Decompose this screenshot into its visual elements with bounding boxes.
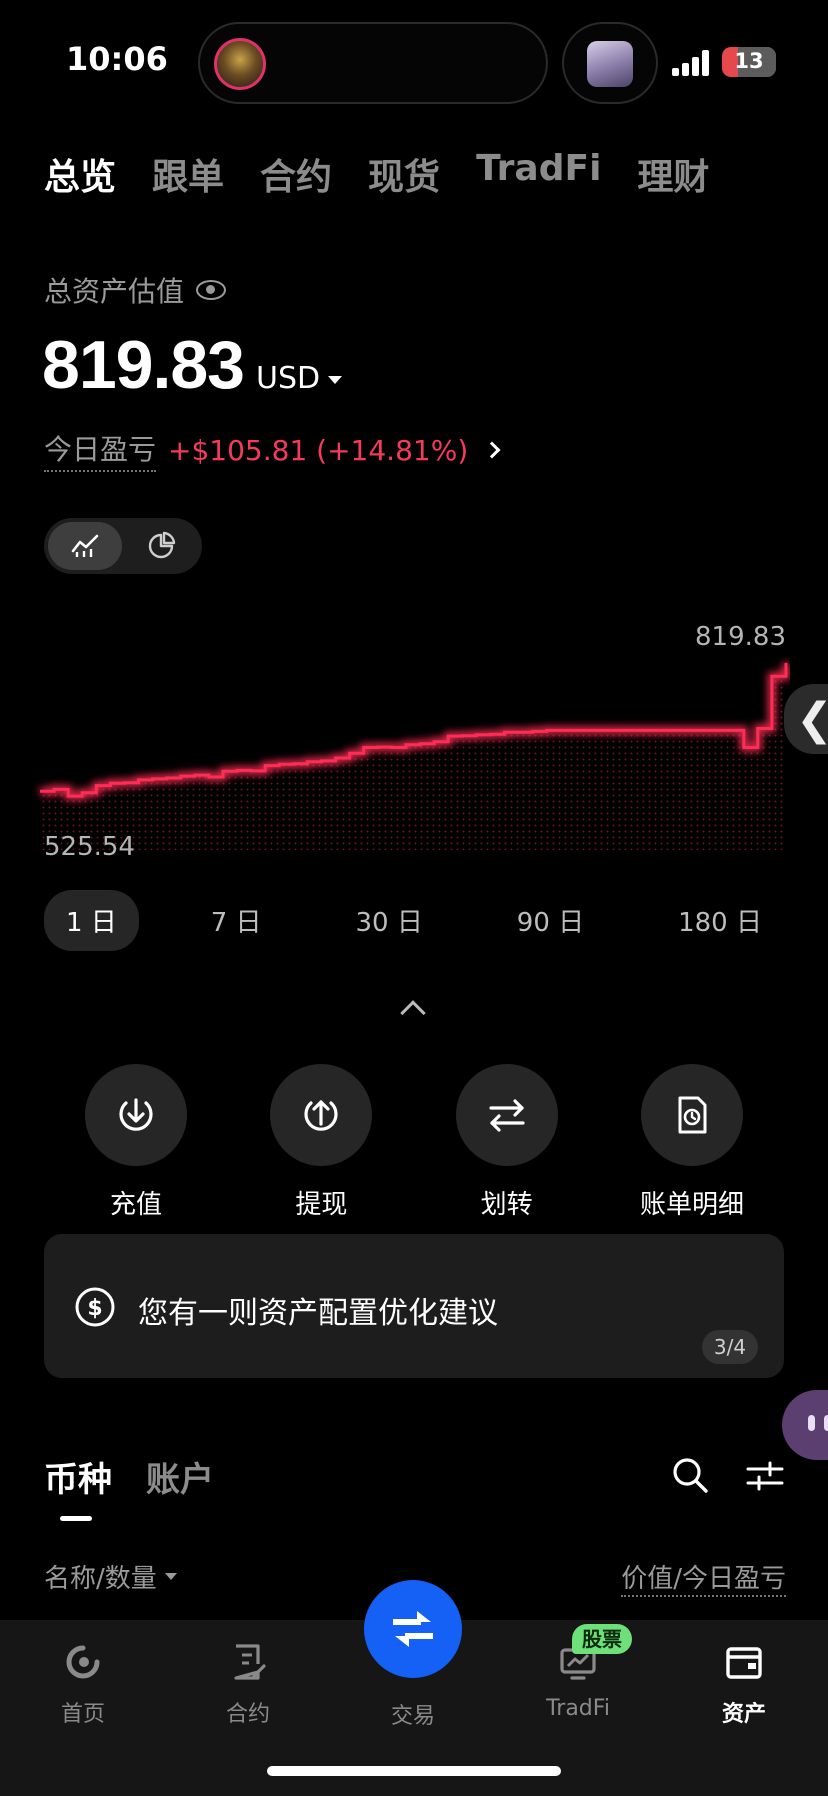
range-7d[interactable]: 7 日 (189, 890, 284, 951)
trade-button[interactable] (364, 1580, 462, 1678)
pie-chart-icon (148, 531, 176, 559)
line-chart-toggle[interactable] (48, 522, 122, 570)
range-180d[interactable]: 180 日 (656, 890, 784, 951)
live-activity-avatar (214, 38, 266, 90)
range-90d[interactable]: 90 日 (495, 890, 606, 951)
bill-details-button[interactable]: 账单明细 (600, 1064, 784, 1221)
filter-icon[interactable] (746, 1459, 784, 1493)
bill-details-label: 账单明细 (639, 1190, 744, 1220)
pie-chart-toggle[interactable] (124, 522, 198, 570)
home-icon (66, 1645, 100, 1679)
bill-icon (678, 1096, 707, 1134)
deposit-icon (119, 1098, 153, 1131)
pnl-value: +$105.81 (+14.81%) (168, 433, 469, 467)
sort-name-quantity[interactable]: 名称/数量 (44, 1558, 177, 1595)
battery-icon: 13 (722, 47, 776, 77)
battery-level: 13 (734, 49, 764, 73)
eye-icon[interactable] (196, 280, 227, 300)
stock-badge: 股票 (572, 1624, 632, 1654)
balance-value: 819.83 (42, 327, 245, 403)
time-range-selector: 1 日 7 日 30 日 90 日 180 日 (44, 889, 784, 951)
currency-label: USD (255, 361, 321, 396)
tab-overview[interactable]: 总览 (44, 148, 116, 200)
value-pnl-header[interactable]: 价值/今日盈亏 (621, 1558, 786, 1597)
dynamic-island[interactable] (198, 22, 548, 104)
thumbnail-image (587, 41, 633, 87)
chart-min-label: 525.54 (44, 832, 135, 862)
allocation-suggestion-card[interactable]: $ 您有一则资产配置优化建议 3/4 (44, 1234, 784, 1378)
nav-home-label: 首页 (60, 1702, 105, 1727)
suggestion-text: 您有一则资产配置优化建议 (138, 1296, 498, 1331)
nav-assets[interactable]: 资产 (684, 1642, 804, 1728)
withdraw-label: 提现 (295, 1190, 348, 1220)
range-1d[interactable]: 1 日 (44, 889, 139, 951)
today-pnl-row[interactable]: 今日盈亏 +$105.81 (+14.81%) (44, 428, 501, 472)
tab-earn[interactable]: 理财 (637, 148, 709, 200)
nav-tradfi-label: TradFi (546, 1696, 610, 1721)
home-indicator[interactable] (267, 1766, 561, 1776)
withdraw-icon (304, 1100, 338, 1131)
asset-tabs: 币种 账户 (44, 1452, 214, 1501)
chevron-left-icon: ❮ (796, 694, 828, 745)
caret-down-icon (164, 1573, 177, 1580)
nav-futures-label: 合约 (225, 1702, 270, 1727)
tab-spot[interactable]: 现货 (368, 148, 440, 200)
caret-down-icon (328, 376, 343, 384)
collapse-chevron-up-icon[interactable] (400, 1000, 426, 1026)
currency-selector[interactable]: USD (255, 361, 343, 396)
tab-coins[interactable]: 币种 (44, 1452, 112, 1501)
balance-row: 819.83 USD (42, 326, 343, 404)
active-tab-indicator (60, 1516, 92, 1521)
side-drawer-handle[interactable]: ❮ (784, 684, 828, 754)
signal-icon (672, 50, 712, 76)
nav-assets-label: 资产 (721, 1702, 766, 1727)
pnl-label: 今日盈亏 (44, 428, 157, 472)
assistant-bubble[interactable] (782, 1390, 828, 1460)
chart-type-toggle (44, 518, 202, 574)
deposit-label: 充值 (109, 1190, 162, 1220)
balance-label-row: 总资产估值 (44, 270, 227, 310)
quick-actions: 充值 提现 划转 账单明细 (44, 1064, 784, 1221)
status-time: 10:06 (66, 40, 168, 78)
tab-copy-trading[interactable]: 跟单 (152, 148, 224, 200)
tab-tradfi[interactable]: TradFi (476, 148, 601, 200)
live-activity-thumbnail[interactable] (562, 22, 658, 104)
top-tabs: 总览 跟单 合约 现货 TradFi 理财 (44, 148, 709, 200)
trade-label: 交易 (390, 1704, 435, 1729)
name-quantity-label: 名称/数量 (44, 1564, 157, 1594)
tab-futures[interactable]: 合约 (260, 148, 332, 200)
dollar-icon: $ (75, 1287, 115, 1327)
tab-accounts[interactable]: 账户 (146, 1452, 214, 1501)
nav-futures[interactable]: 合约 (188, 1642, 308, 1728)
transfer-icon (489, 1099, 525, 1132)
chart-max-label: 819.83 (695, 622, 786, 652)
swap-icon (393, 1611, 433, 1647)
transfer-button[interactable]: 划转 (415, 1064, 599, 1221)
search-icon[interactable] (670, 1455, 710, 1495)
range-30d[interactable]: 30 日 (334, 890, 445, 951)
withdraw-button[interactable]: 提现 (229, 1064, 413, 1221)
wallet-icon (726, 1647, 762, 1679)
svg-text:$: $ (87, 1296, 102, 1321)
transfer-label: 划转 (480, 1190, 533, 1220)
chart-area (40, 662, 786, 850)
nav-home[interactable]: 首页 (23, 1642, 143, 1728)
deposit-button[interactable]: 充值 (44, 1064, 228, 1221)
balance-label: 总资产估值 (44, 275, 185, 308)
futures-icon (234, 1644, 266, 1680)
asset-line-chart[interactable] (0, 650, 790, 860)
line-chart-icon (71, 534, 99, 557)
suggestion-page-indicator: 3/4 (702, 1330, 758, 1364)
chevron-right-icon (483, 441, 501, 459)
